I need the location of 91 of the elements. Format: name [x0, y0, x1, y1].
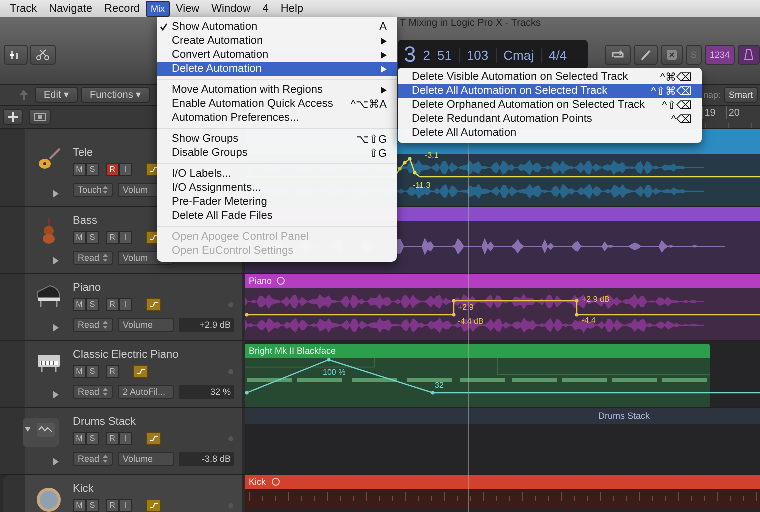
lcd-signature: 4/4 [541, 48, 568, 62]
track-toggle-button[interactable]: M [73, 231, 86, 244]
track-header[interactable]: Drums Stack M S R I Read Volume -3.8 dB [0, 408, 242, 474]
track-toggle-button[interactable]: I [119, 499, 132, 512]
lcd-beat: 2 [423, 48, 430, 62]
track-toggle-button[interactable]: R [106, 163, 119, 176]
track-toggle-button[interactable]: I [119, 432, 132, 445]
track-toggle-button[interactable]: I [119, 298, 132, 311]
track-toggle-button[interactable]: S [86, 231, 99, 244]
measure-number: 3 [404, 42, 416, 68]
track-toggle-button[interactable]: I [119, 231, 132, 244]
region-header[interactable]: Piano [245, 274, 760, 288]
automation-value: +2.9 dB [582, 295, 610, 304]
menu-item[interactable]: Show Automation A [157, 20, 397, 34]
snap-dropdown[interactable]: Smart [724, 87, 758, 103]
automation-value: -4.4 [582, 316, 596, 325]
track-toggle-button[interactable]: S [86, 365, 99, 378]
track-header[interactable]: Classic Electric Piano M S R Read 2 AutoFil... 32 % [0, 341, 242, 407]
menu-item[interactable]: Delete Visible Automation on Selected Track ^⌘⌫ [398, 70, 702, 84]
track-name: Piano [73, 282, 102, 294]
track-toggle-button[interactable]: R [106, 365, 119, 378]
track-toggle-button[interactable]: R [106, 432, 119, 445]
automation-value: 32 [435, 381, 444, 390]
track-name: Drums Stack [73, 416, 136, 428]
track-name: Tele [73, 147, 94, 159]
count-in-button[interactable]: 1234 [704, 45, 735, 65]
bar-number: 20 [726, 106, 740, 119]
parameter-value: +2.9 dB [179, 318, 234, 332]
menu-item[interactable]: Move Automation with Regions [157, 83, 397, 97]
automation-parameter-select[interactable]: Volume [118, 318, 174, 332]
menu-item[interactable]: Delete All Automation [398, 126, 702, 140]
track-toggle-button[interactable]: M [73, 163, 86, 176]
snap-label: nap: [703, 90, 721, 100]
lcd-tempo: 103 [458, 48, 489, 62]
automation-mode-select[interactable]: Read [73, 452, 113, 466]
automation-mode-select[interactable]: Read [73, 251, 113, 265]
menu-item[interactable]: Automation Preferences... [157, 111, 397, 125]
track-name: Kick [73, 483, 94, 495]
menu-bar-item[interactable]: View [170, 0, 206, 16]
track-toggle-button[interactable]: M [73, 499, 86, 512]
window-title: T Mixing in Logic Pro X - Tracks [400, 18, 541, 31]
menu-item[interactable]: Convert Automation [157, 48, 397, 62]
parameter-value: 32 % [179, 385, 234, 399]
track-header[interactable]: Kick M S R I [3, 475, 242, 512]
menu-bar-item[interactable]: Mix [146, 0, 170, 16]
menu-item[interactable]: Delete Redundant Automation Points ^⌫ [398, 112, 702, 126]
menu-item[interactable]: Create Automation [157, 34, 397, 48]
track-toggle-button[interactable]: S [86, 432, 99, 445]
automation-value: -4.4 dB [458, 317, 484, 326]
menu-item[interactable]: Delete Orphaned Automation on Selected Track ^⇧⌫ [398, 98, 702, 112]
region-name: Piano [249, 276, 272, 286]
track-toggle-button[interactable]: M [73, 365, 86, 378]
track-toggle-button[interactable]: R [106, 298, 119, 311]
menu-item[interactable]: Delete All Automation on Selected Track ^⇧⌘⌫ [398, 84, 702, 98]
track-toggle-button[interactable]: S [86, 499, 99, 512]
region-name: Bright Mk II Blackface [249, 346, 336, 356]
automation-mode-select[interactable]: Read [73, 385, 113, 399]
menu-bar-item[interactable]: Track [4, 0, 44, 16]
menu-bar-item[interactable]: Navigate [43, 0, 99, 16]
automation-mode-select[interactable]: Touch [73, 183, 113, 197]
track-header[interactable]: Piano M S R I Read Volume +2.9 dB [0, 274, 242, 340]
automation-parameter-select[interactable]: 2 AutoFil... [118, 385, 174, 399]
region-header[interactable]: Kick [245, 475, 760, 489]
edit-menu-button[interactable]: Functions ▾ [81, 87, 150, 103]
lcd-division: 51 [437, 48, 452, 62]
automation-value: +2.9 [458, 303, 474, 312]
automation-mode-select[interactable]: Read [73, 318, 113, 332]
menu-bar-item[interactable]: Record [98, 0, 146, 16]
region-name: Drums Stack [598, 411, 650, 421]
track-name: Classic Electric Piano [73, 349, 179, 361]
menu-bar-item[interactable]: Help [274, 0, 310, 16]
track-toggle-button[interactable]: S [86, 298, 99, 311]
menu-item[interactable]: Delete Automation [157, 62, 397, 76]
automation-value: 100 % [323, 368, 346, 377]
automation-parameter-select[interactable]: Volume [118, 452, 174, 466]
region-name: Kick [249, 477, 266, 487]
track-toggle-button[interactable]: I [119, 163, 132, 176]
track-toggle-button[interactable]: M [73, 432, 86, 445]
menu-bar-item[interactable]: 4 [256, 0, 275, 16]
track-toggle-button[interactable]: M [73, 298, 86, 311]
automation-value: -11.3 [413, 181, 431, 190]
region-header[interactable]: Bright Mk II Blackface [245, 344, 710, 358]
track-toggle-button[interactable]: R [106, 231, 119, 244]
track-name: Bass [73, 215, 98, 227]
parameter-value: -3.8 dB [179, 452, 234, 466]
edit-menu-button[interactable]: Edit ▾ [35, 87, 78, 103]
track-toggle-button[interactable]: R [106, 499, 119, 512]
lcd-key: Cmaj [496, 48, 534, 62]
track-toggle-button[interactable]: S [86, 163, 99, 176]
menu-item[interactable]: Enable Automation Quick Access ^⌥⌘A [157, 97, 397, 111]
menu-bar-item[interactable]: Window [206, 0, 257, 16]
